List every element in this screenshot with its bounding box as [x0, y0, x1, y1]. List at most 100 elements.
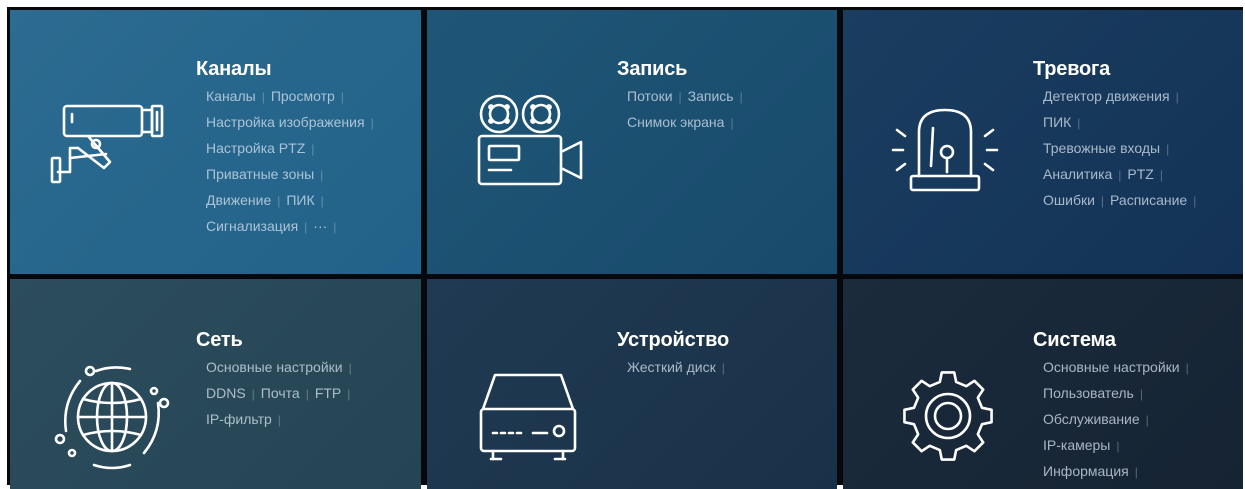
- separator: |: [340, 90, 344, 104]
- separator: |: [739, 90, 743, 104]
- separator: |: [1193, 194, 1197, 208]
- separator: |: [1145, 413, 1149, 427]
- film-camera-icon: [467, 88, 597, 218]
- channels-link[interactable]: Настройка изображения: [206, 114, 365, 130]
- link-line: Обслуживание |: [1043, 407, 1195, 433]
- system-link[interactable]: Пользователь: [1043, 385, 1134, 401]
- link-line: Снимок экрана |: [627, 110, 749, 136]
- separator: |: [333, 220, 337, 234]
- link-line: Информация |: [1043, 459, 1195, 485]
- separator: |: [251, 387, 255, 401]
- channels-link[interactable]: Сигнализация: [206, 218, 298, 234]
- link-line: Сигнализация | ··· |: [206, 214, 380, 240]
- tile-links: Основные настройки | Пользователь | Обслужив…: [1043, 355, 1195, 485]
- link-line: Жесткий диск |: [627, 355, 731, 381]
- alarm-link[interactable]: Ошибки: [1043, 192, 1095, 208]
- tile-title: Запись: [617, 58, 688, 80]
- separator: |: [1175, 90, 1179, 104]
- channels-link[interactable]: Каналы: [206, 88, 256, 104]
- link-line: Пользователь |: [1043, 381, 1195, 407]
- link-line: Приватные зоны |: [206, 162, 380, 188]
- link-line: Детектор движения |: [1043, 84, 1202, 110]
- tile-title: Устройство: [617, 329, 729, 351]
- link-line: Основные настройки |: [1043, 355, 1195, 381]
- main-menu-grid: Каналы Каналы | Просмотр | Настройка изображ…: [7, 7, 1243, 489]
- network-link[interactable]: Почта: [261, 385, 300, 401]
- tile-links: Детектор движения | ПИК | Тревожные входы | Ан…: [1043, 84, 1202, 214]
- link-line: DDNS | Почта | FTP |: [206, 381, 358, 407]
- channels-link[interactable]: Движение: [206, 192, 271, 208]
- gear-icon: [883, 351, 1013, 481]
- system-link[interactable]: Обслуживание: [1043, 411, 1140, 427]
- tile-links: Потоки | Запись | Снимок экрана |: [627, 84, 749, 136]
- tile-device[interactable]: Устройство Жесткий диск |: [427, 279, 837, 489]
- tile-channels[interactable]: Каналы Каналы | Просмотр | Настройка изображ…: [10, 10, 421, 274]
- tile-title: Каналы: [196, 58, 272, 80]
- separator: |: [311, 142, 315, 156]
- separator: |: [730, 116, 734, 130]
- alarm-link[interactable]: Аналитика: [1043, 166, 1112, 182]
- separator: |: [1100, 194, 1105, 208]
- alarm-link[interactable]: ПИК: [1043, 114, 1071, 130]
- alarm-link[interactable]: Расписание: [1110, 192, 1187, 208]
- channels-link[interactable]: Приватные зоны: [206, 166, 314, 182]
- link-line: Ошибки | Расписание |: [1043, 188, 1202, 214]
- tile-alarm[interactable]: Тревога Детектор движения | ПИК | Тревожные …: [843, 10, 1243, 274]
- system-link[interactable]: Основные настройки: [1043, 359, 1180, 375]
- alarm-link[interactable]: PTZ: [1127, 166, 1153, 182]
- link-line: Основные настройки |: [206, 355, 358, 381]
- tile-network[interactable]: Сеть Основные настройки | DDNS | Почта | FTP | I…: [10, 279, 421, 489]
- channels-link[interactable]: ···: [313, 218, 327, 234]
- link-line: Движение | ПИК |: [206, 188, 380, 214]
- globe-network-icon: [50, 353, 180, 483]
- device-link[interactable]: Жесткий диск: [627, 359, 716, 375]
- tile-links: Жесткий диск |: [627, 355, 731, 381]
- channels-link[interactable]: Просмотр: [271, 88, 335, 104]
- alarm-siren-icon: [883, 80, 1013, 210]
- separator: |: [320, 168, 324, 182]
- link-line: Потоки | Запись |: [627, 84, 749, 110]
- alarm-link[interactable]: Тревожные входы: [1043, 140, 1160, 156]
- separator: |: [304, 220, 308, 234]
- tile-links: Каналы | Просмотр | Настройка изображения | На…: [206, 84, 380, 240]
- network-link[interactable]: FTP: [315, 385, 341, 401]
- separator: |: [1134, 465, 1138, 479]
- network-link[interactable]: DDNS: [206, 385, 246, 401]
- separator: |: [1139, 387, 1143, 401]
- alarm-link[interactable]: Детектор движения: [1043, 88, 1170, 104]
- system-link[interactable]: Информация: [1043, 463, 1129, 479]
- tile-title: Тревога: [1033, 58, 1111, 80]
- link-line: ПИК |: [1043, 110, 1202, 136]
- cctv-camera-icon: [48, 78, 178, 208]
- separator: |: [1166, 142, 1170, 156]
- record-link[interactable]: Снимок экрана: [627, 114, 724, 130]
- separator: |: [1077, 116, 1081, 130]
- separator: |: [1185, 361, 1189, 375]
- channels-link[interactable]: Настройка PTZ: [206, 140, 305, 156]
- link-line: Настройка PTZ |: [206, 136, 380, 162]
- record-link[interactable]: Запись: [688, 88, 734, 104]
- link-line: Каналы | Просмотр |: [206, 84, 380, 110]
- link-line: Аналитика | PTZ |: [1043, 162, 1202, 188]
- link-line: Тревожные входы |: [1043, 136, 1202, 162]
- record-link[interactable]: Потоки: [627, 88, 673, 104]
- network-link[interactable]: Основные настройки: [206, 359, 343, 375]
- network-link[interactable]: IP-фильтр: [206, 411, 272, 427]
- separator: |: [1118, 168, 1122, 182]
- channels-link[interactable]: ПИК: [286, 192, 314, 208]
- tile-title: Сеть: [196, 329, 243, 351]
- separator: |: [678, 90, 682, 104]
- separator: |: [261, 90, 265, 104]
- separator: |: [348, 361, 352, 375]
- link-line: IP-фильтр |: [206, 407, 358, 433]
- separator: |: [370, 116, 374, 130]
- tile-system[interactable]: Система Основные настройки | Пользователь |…: [843, 279, 1243, 489]
- system-link[interactable]: IP-камеры: [1043, 437, 1110, 453]
- separator: |: [347, 387, 351, 401]
- tile-links: Основные настройки | DDNS | Почта | FTP | IP-фил…: [206, 355, 358, 433]
- tile-record[interactable]: Запись Потоки | Запись | Снимок экрана |: [427, 10, 837, 274]
- separator: |: [305, 387, 309, 401]
- separator: |: [1159, 168, 1163, 182]
- link-line: IP-камеры |: [1043, 433, 1195, 459]
- separator: |: [1116, 439, 1120, 453]
